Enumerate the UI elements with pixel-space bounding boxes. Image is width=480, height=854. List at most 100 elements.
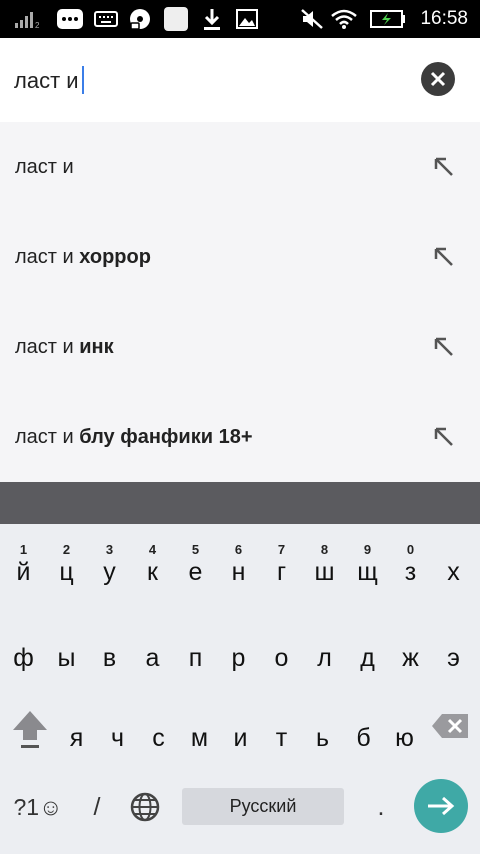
key-е[interactable]: 5е (174, 530, 217, 590)
key-label: х (447, 558, 460, 586)
key-с[interactable]: с (137, 712, 180, 772)
close-icon (430, 71, 446, 87)
key-в[interactable]: в (88, 632, 131, 692)
image-icon (234, 0, 260, 38)
key-hint: 2 (62, 542, 71, 557)
key-р[interactable]: р (217, 632, 260, 692)
suggestion-text: ласт и хоррор (15, 246, 151, 268)
key-ш[interactable]: 8ш (303, 530, 346, 590)
mute-icon (298, 0, 326, 38)
background-overlay (0, 482, 480, 524)
key-hint: 3 (105, 542, 114, 557)
key-label: э (447, 644, 460, 672)
key-label: я (69, 724, 84, 752)
key-б[interactable]: б (342, 712, 385, 772)
key-label: ц (59, 558, 74, 586)
period-key[interactable]: . (370, 789, 392, 825)
space-key[interactable]: Русский (182, 788, 344, 825)
key-label: т (275, 724, 288, 752)
insert-query-arrow-icon[interactable] (432, 425, 456, 449)
key-hint: 4 (148, 542, 157, 557)
app-icon (162, 0, 190, 38)
key-hint: 0 (406, 542, 415, 557)
key-л[interactable]: л (303, 632, 346, 692)
key-п[interactable]: п (174, 632, 217, 692)
globe-icon (130, 792, 160, 822)
key-ю[interactable]: ю (383, 712, 426, 772)
clock: 16:58 (420, 8, 468, 29)
insert-query-arrow-icon[interactable] (432, 335, 456, 359)
key-label: ч (110, 724, 125, 752)
key-ф[interactable]: ф (2, 632, 45, 692)
key-label: з (404, 558, 417, 586)
clear-search-button[interactable] (421, 62, 455, 96)
key-ы[interactable]: ы (45, 632, 88, 692)
key-и[interactable]: и (219, 712, 262, 772)
key-label: г (276, 558, 287, 586)
key-д[interactable]: д (346, 632, 389, 692)
key-label: ы (57, 644, 76, 672)
key-label: ж (402, 644, 419, 672)
slash-key[interactable]: / (84, 789, 110, 825)
search-input[interactable]: ласт и (14, 66, 84, 95)
key-label: ш (314, 558, 335, 586)
insert-query-arrow-icon[interactable] (432, 155, 456, 179)
search-bar: ласт и (0, 38, 480, 123)
suggestion-item[interactable]: ласт и блу фанфики 18+ (0, 392, 480, 482)
suggestion-text: ласт и блу фанфики 18+ (15, 426, 253, 448)
key-label: р (231, 644, 246, 672)
key-ч[interactable]: ч (96, 712, 139, 772)
language-key[interactable] (126, 788, 164, 826)
backspace-icon (432, 714, 468, 738)
key-у[interactable]: 3у (88, 530, 131, 590)
symbols-key[interactable]: ?1☺ (8, 789, 68, 825)
status-bar: 2 16:58 (0, 0, 480, 38)
key-label: ь (315, 724, 330, 752)
insert-query-arrow-icon[interactable] (432, 245, 456, 269)
enter-key[interactable] (414, 779, 468, 833)
key-label: и (233, 724, 248, 752)
key-ц[interactable]: 2ц (45, 530, 88, 590)
key-а[interactable]: а (131, 632, 174, 692)
key-label: в (102, 644, 117, 672)
key-я[interactable]: я (55, 712, 98, 772)
key-г[interactable]: 7г (260, 530, 303, 590)
disc-icon (126, 0, 154, 38)
key-label: к (147, 558, 158, 586)
key-ь[interactable]: ь (301, 712, 344, 772)
key-х[interactable]: х (432, 530, 475, 590)
key-label: у (103, 558, 116, 586)
key-hint: 1 (19, 542, 28, 557)
key-э[interactable]: э (432, 632, 475, 692)
key-hint: 6 (234, 542, 243, 557)
key-label: м (190, 724, 209, 752)
key-label: ф (13, 644, 34, 672)
backspace-key[interactable] (428, 708, 472, 744)
key-щ[interactable]: 9щ (346, 530, 389, 590)
keyboard-icon (92, 0, 120, 38)
text-cursor (81, 66, 84, 95)
suggestion-item[interactable]: ласт и хоррор (0, 212, 480, 302)
key-к[interactable]: 4к (131, 530, 174, 590)
shift-key[interactable] (8, 704, 52, 754)
key-н[interactable]: 6н (217, 530, 260, 590)
shift-arrow-icon (13, 711, 47, 748)
key-hint: 7 (277, 542, 286, 557)
key-м[interactable]: м (178, 712, 221, 772)
key-hint: 5 (191, 542, 200, 557)
key-й[interactable]: 1й (2, 530, 45, 590)
key-label: е (188, 558, 203, 586)
key-з[interactable]: 0з (389, 530, 432, 590)
key-ж[interactable]: ж (389, 632, 432, 692)
key-label: д (360, 644, 375, 672)
svg-text:2: 2 (35, 21, 40, 28)
suggestion-item[interactable]: ласт и (0, 122, 480, 212)
keyboard: 1й2ц3у4к5е6н7г8ш9щ0зх фывапролджэ ячсмит… (0, 524, 480, 854)
suggestion-item[interactable]: ласт и инк (0, 302, 480, 392)
key-о[interactable]: о (260, 632, 303, 692)
key-т[interactable]: т (260, 712, 303, 772)
suggestion-text: ласт и инк (15, 336, 114, 358)
key-label: л (317, 644, 332, 672)
battery-charging-icon (368, 0, 408, 38)
key-label: а (145, 644, 160, 672)
